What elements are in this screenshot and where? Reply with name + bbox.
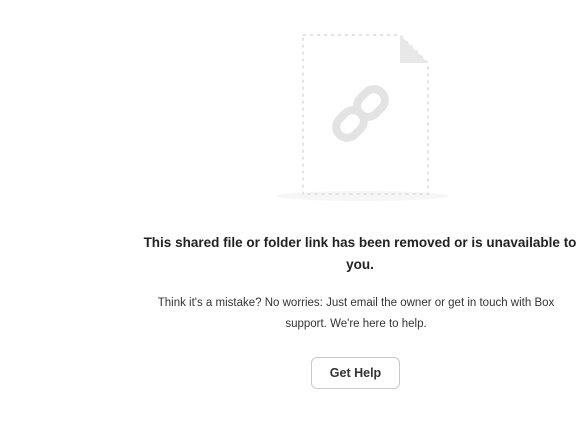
error-title: This shared file or folder link has been… <box>143 235 577 272</box>
chain-link-icon <box>332 85 389 142</box>
error-message: Think it's a mistake? No worries: Just e… <box>157 297 555 330</box>
broken-link-file-icon <box>278 34 448 201</box>
missing-file-illustration <box>278 28 448 208</box>
get-help-button[interactable]: Get Help <box>311 357 400 389</box>
